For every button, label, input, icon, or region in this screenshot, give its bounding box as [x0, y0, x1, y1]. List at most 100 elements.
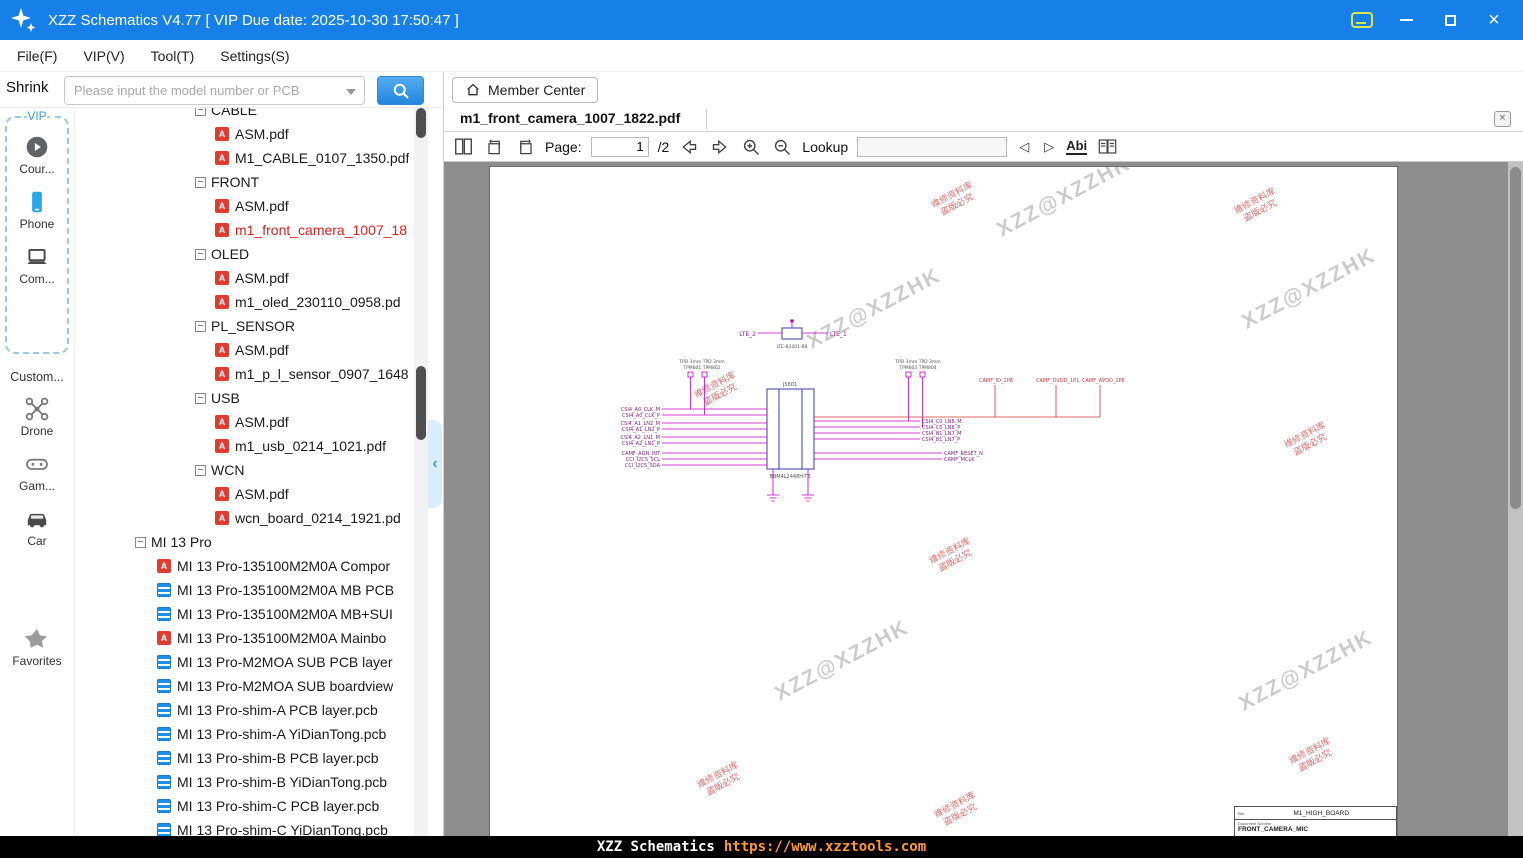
tree-node-front[interactable]: − FRONT: [75, 170, 414, 194]
collapse-panel-handle[interactable]: ‹: [428, 420, 442, 508]
rotate-right-button[interactable]: [514, 136, 536, 158]
collapse-minus-icon[interactable]: −: [195, 248, 206, 260]
tree-file-mi-13-pro-135100m2m0a-mainbo[interactable]: A MI 13 Pro-135100M2M0A Mainbo: [75, 626, 414, 650]
tree-file-mi-13-pro-shim-c-pcb-layer-pcb[interactable]: MI 13 Pro-shim-C PCB layer.pcb: [75, 794, 414, 818]
minimize-button[interactable]: [1395, 9, 1417, 31]
tree-file-mi-13-pro-shim-b-pcb-layer-pcb[interactable]: MI 13 Pro-shim-B PCB layer.pcb: [75, 746, 414, 770]
rotate-left-button[interactable]: [483, 136, 505, 158]
member-center-button[interactable]: Member Center: [452, 77, 599, 103]
pdf-file-icon: A: [215, 367, 229, 381]
tree-file-mi-13-pro-135100m2m0a-compor[interactable]: A MI 13 Pro-135100M2M0A Compor: [75, 554, 414, 578]
tree-file-mi-13-pro-shim-b-yidiantong-pcb[interactable]: MI 13 Pro-shim-B YiDianTong.pcb: [75, 770, 414, 794]
previous-page-button[interactable]: [678, 136, 700, 158]
two-page-view-button[interactable]: [1096, 136, 1118, 158]
page-number-input[interactable]: [590, 136, 649, 157]
collapse-minus-icon[interactable]: −: [195, 320, 206, 332]
tree-file-mi-13-pro-shim-c-yidiantong-pcb[interactable]: MI 13 Pro-shim-C YiDianTong.pcb: [75, 818, 414, 836]
tree-item-label: m1_usb_0214_1021.pdf: [235, 438, 387, 454]
match-case-button[interactable]: Abi: [1066, 138, 1088, 155]
tree-file-m1-usb-0214-1021-pdf[interactable]: Am1_usb_0214_1021.pdf: [75, 434, 414, 458]
tree-file-m1-cable-0107-1350-pdf[interactable]: A M1_CABLE_0107_1350.pdf: [75, 146, 414, 170]
tree-node-cable[interactable]: − CABLE: [75, 108, 414, 122]
tree-scrollbar-thumb[interactable]: [416, 366, 426, 440]
search-button[interactable]: [377, 76, 424, 105]
tree-file-mi-13-pro-135100m2m0a-mb-sui[interactable]: MI 13 Pro-135100M2M0A MB+SUI: [75, 602, 414, 626]
tree-node-pl-sensor[interactable]: − PL_SENSOR: [75, 314, 414, 338]
tree-file-wcn-board-0214-1921-pd[interactable]: Awcn_board_0214_1921.pd: [75, 506, 414, 530]
zoom-out-button[interactable]: [771, 136, 793, 158]
collapse-minus-icon[interactable]: −: [195, 464, 206, 476]
titlebar: XZZ Schematics V4.77 [ VIP Due date: 202…: [0, 0, 1523, 40]
lookup-input[interactable]: [857, 136, 1008, 157]
window-title: XZZ Schematics V4.77 [ VIP Due date: 202…: [48, 11, 459, 29]
tab-pdf-document[interactable]: m1_front_camera_1007_1822.pdf: [460, 106, 680, 132]
main-pane: Member Center m1_front_camera_1007_1822.…: [443, 72, 1523, 836]
tree-node-wcn[interactable]: − WCN: [75, 458, 414, 482]
tree-node-oled[interactable]: − OLED: [75, 242, 414, 266]
sidebar-item-game[interactable]: Gam...: [5, 451, 69, 493]
tree-item-label: MI 13 Pro-shim-A YiDianTong.pcb: [177, 726, 387, 742]
sidebar-item-phone[interactable]: Phone: [7, 189, 67, 231]
next-page-button[interactable]: [709, 136, 731, 158]
maximize-button[interactable]: [1439, 9, 1461, 31]
tree-scrollbar[interactable]: [414, 108, 428, 836]
svg-text:LTE-B3201-B8: LTE-B3201-B8: [777, 344, 808, 350]
menu-item-tool[interactable]: Tool(T): [138, 48, 208, 64]
find-previous-button[interactable]: ◁: [1016, 139, 1032, 155]
viewer-scrollbar-thumb[interactable]: [1510, 167, 1521, 509]
menu-item-file[interactable]: File(F): [4, 48, 70, 64]
sidebar-favorites-slot: Favorites: [5, 626, 69, 681]
close-tab-icon[interactable]: ×: [1494, 111, 1511, 127]
tree-item-label: MI 13 Pro-shim-C PCB layer.pcb: [177, 798, 380, 814]
pdf-file-icon: A: [157, 559, 171, 573]
tree-file-asm-pdf[interactable]: A ASM.pdf: [75, 194, 414, 218]
tree-file-mi-13-pro-135100m2m0a-mb-pcb[interactable]: MI 13 Pro-135100M2M0A MB PCB: [75, 578, 414, 602]
model-search-input[interactable]: [65, 77, 364, 104]
menu-item-settings[interactable]: Settings(S): [207, 48, 302, 64]
tree-file-asm-pdf[interactable]: A ASM.pdf: [75, 122, 414, 146]
shrink-button[interactable]: Shrink: [6, 79, 49, 96]
sidebar-item-course[interactable]: Cour...: [7, 134, 67, 176]
tree-file-mi-13-pro-shim-a-yidiantong-pcb[interactable]: MI 13 Pro-shim-A YiDianTong.pcb: [75, 722, 414, 746]
sidebar-item-label: Drone: [20, 424, 54, 438]
sidebar-item-car[interactable]: Car: [5, 506, 69, 548]
tree-file-mi-13-pro-shim-a-pcb-layer-pcb[interactable]: MI 13 Pro-shim-A PCB layer.pcb: [75, 698, 414, 722]
tree-file-m1-front-camera-1007-18[interactable]: Am1_front_camera_1007_18: [75, 218, 414, 242]
tree-file-asm-pdf[interactable]: A ASM.pdf: [75, 410, 414, 434]
pcb-file-icon: [157, 775, 171, 789]
sidebar-custom-items: Drone Gam... Car: [5, 396, 69, 548]
menu-item-vip[interactable]: VIP(V): [70, 48, 137, 64]
tree-file-m1-oled-230110-0958-pd[interactable]: Am1_oled_230110_0958.pd: [75, 290, 414, 314]
chevron-down-icon[interactable]: [346, 89, 356, 95]
collapse-minus-icon[interactable]: −: [195, 392, 206, 404]
tree-file-mi-13-pro-m2moa-sub-boardview[interactable]: MI 13 Pro-M2MOA SUB boardview: [75, 674, 414, 698]
sidebar-item-computer[interactable]: Com...: [7, 244, 67, 286]
facing-pages-button[interactable]: [452, 136, 474, 158]
collapse-minus-icon[interactable]: −: [135, 536, 146, 548]
collapse-minus-icon[interactable]: −: [195, 176, 206, 188]
tree-node-mi-13-pro[interactable]: − MI 13 Pro: [75, 530, 414, 554]
tree-file-asm-pdf[interactable]: A ASM.pdf: [75, 338, 414, 362]
vip-card-icon[interactable]: [1351, 12, 1373, 28]
sidebar-item-favorites[interactable]: Favorites: [5, 626, 69, 668]
tree-node-usb[interactable]: − USB: [75, 386, 414, 410]
statusbar-url: https://www.xzztools.com: [723, 839, 927, 855]
tree-file-m1-p-l-sensor-0907-1648[interactable]: Am1_p_l_sensor_0907_1648: [75, 362, 414, 386]
tree-file-asm-pdf[interactable]: A ASM.pdf: [75, 266, 414, 290]
tree-file-asm-pdf[interactable]: A ASM.pdf: [75, 482, 414, 506]
sidebar-item-drone[interactable]: Drone: [5, 396, 69, 438]
collapse-minus-icon[interactable]: −: [195, 108, 206, 116]
find-next-button[interactable]: ▷: [1041, 139, 1057, 155]
close-button[interactable]: ×: [1483, 9, 1505, 31]
schematic-title-block: Title M1_HIGH_BOARD Document Number FRON…: [1234, 806, 1397, 836]
sidebar-item-label: Cour...: [19, 162, 55, 176]
zoom-in-button[interactable]: [740, 136, 762, 158]
tree-item-label: MI 13 Pro-135100M2M0A Compor: [177, 558, 391, 574]
tree-item-label: ASM.pdf: [235, 414, 289, 430]
rotate-left-icon: [487, 139, 500, 155]
svg-text:TPM801 TPM802: TPM801 TPM802: [682, 365, 720, 371]
viewer-scrollbar[interactable]: [1508, 162, 1523, 836]
sidebar-vip-title: -VIP-: [21, 109, 53, 123]
tree-file-mi-13-pro-m2moa-sub-pcb-layer[interactable]: MI 13 Pro-M2MOA SUB PCB layer: [75, 650, 414, 674]
tree-scrollbar-segment[interactable]: [416, 108, 426, 138]
